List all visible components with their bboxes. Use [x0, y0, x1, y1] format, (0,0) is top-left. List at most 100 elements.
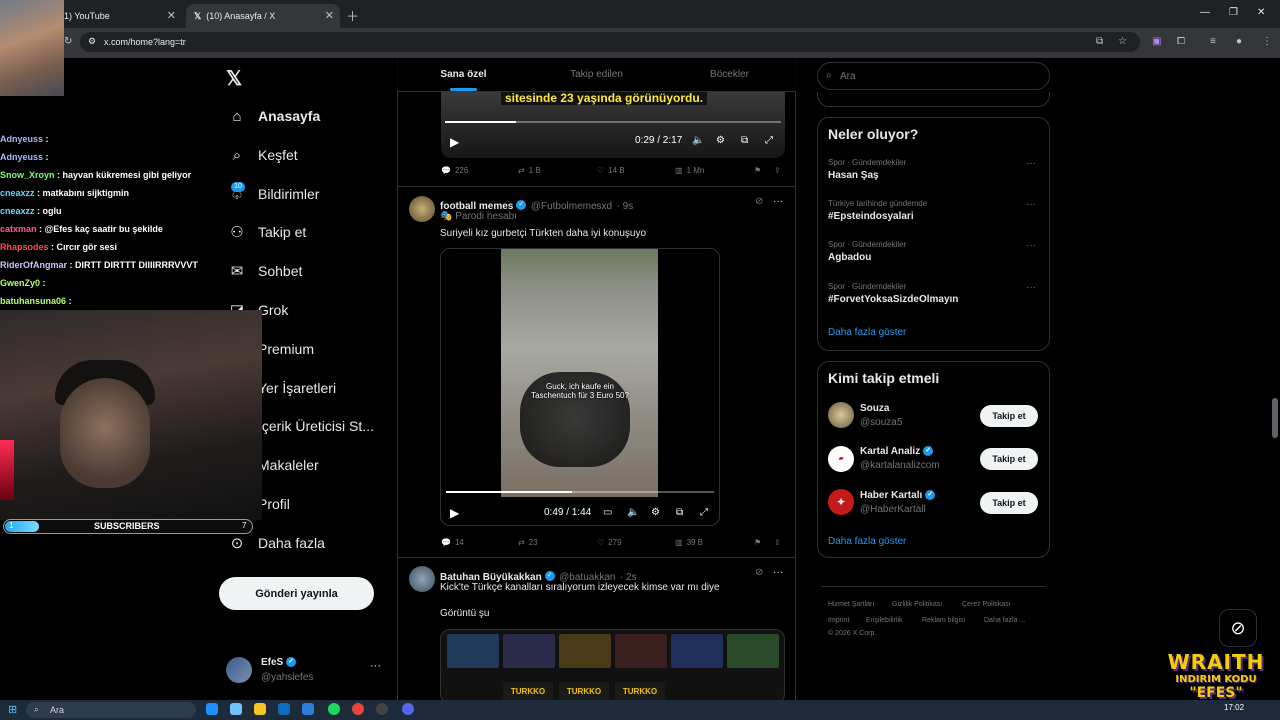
more-options-icon[interactable]: ···	[1026, 158, 1036, 169]
footer-link[interactable]: Daha fazla ...	[984, 617, 1025, 624]
more-options-icon[interactable]: ···	[1026, 282, 1036, 293]
extensions-icon[interactable]: ⧠	[1177, 36, 1185, 47]
profile-avatar-icon[interactable]: ●	[1236, 36, 1242, 47]
tab-bocekler[interactable]: Böcekler	[663, 58, 796, 91]
minimize-icon[interactable]: —	[1200, 7, 1210, 18]
video-progress-track[interactable]	[446, 491, 714, 493]
more-options-icon[interactable]: ···	[1026, 199, 1036, 210]
share-icon[interactable]: ⇪	[774, 538, 781, 547]
post-image[interactable]: TURKKO TURKKO TURKKO	[440, 629, 785, 704]
grok-post-icon[interactable]: ⊘	[755, 567, 763, 578]
share-icon[interactable]: ⇪	[774, 166, 781, 175]
chrome-icon[interactable]	[352, 703, 364, 715]
show-more-link[interactable]: Daha fazla göster	[828, 536, 906, 547]
follow-button[interactable]: Takip et	[980, 448, 1038, 470]
trend-item[interactable]: Spor · Gündemdekiler Agbadou	[828, 240, 906, 263]
bookmark-icon[interactable]: ⚑	[754, 166, 761, 175]
scrollbar-thumb[interactable]	[1272, 398, 1278, 438]
url-field[interactable]: ⚙ x.com/home?lang=tr	[80, 32, 1140, 52]
reply-action[interactable]: 💬 14	[441, 538, 464, 547]
avatar[interactable]	[828, 402, 854, 428]
video-progress-track[interactable]	[445, 121, 781, 123]
browser-menu-icon[interactable]: ⋮	[1262, 36, 1272, 47]
footer-link[interactable]: Imprint	[828, 617, 849, 624]
fullscreen-icon[interactable]: ⤢	[765, 135, 773, 146]
avatar[interactable]	[409, 196, 435, 222]
install-icon[interactable]: ⧉	[1096, 36, 1103, 47]
more-options-icon[interactable]: ···	[370, 660, 381, 672]
play-icon[interactable]: ▶	[450, 135, 459, 149]
file-explorer-icon[interactable]	[254, 703, 266, 715]
suggested-user[interactable]: Haber Kartalı ✓ @HaberKartall	[860, 490, 936, 515]
play-icon[interactable]: ▶	[450, 506, 459, 520]
more-options-icon[interactable]: ···	[1026, 240, 1036, 251]
search-input[interactable]: ⌕ Ara	[817, 62, 1050, 90]
extension-twitch-icon[interactable]: ▣	[1152, 36, 1161, 47]
close-icon[interactable]: ✕	[167, 9, 176, 22]
nav-home[interactable]: ⌂ Anasayfa	[226, 101, 320, 131]
start-icon[interactable]: ⊞	[8, 703, 17, 716]
footer-link[interactable]: Çerez Politikası	[962, 601, 1011, 608]
taskbar-search[interactable]: ⌕ Ara	[26, 702, 196, 718]
store-icon[interactable]	[302, 703, 314, 715]
reply-action[interactable]: 💬 226	[441, 166, 468, 175]
suggested-user[interactable]: Souza @souza5	[860, 403, 902, 428]
footer-link[interactable]: Reklam bilgisi	[922, 617, 965, 624]
like-action[interactable]: ♡ 14 B	[597, 166, 625, 175]
copilot-icon[interactable]	[230, 703, 242, 715]
obs-icon[interactable]	[376, 703, 388, 715]
new-tab-icon[interactable]: ＋	[346, 6, 359, 25]
views-action[interactable]: ▥ 1 Mn	[675, 166, 704, 175]
trend-item[interactable]: Spor · Gündemdekiler #ForvetYoksaSizdeOlm…	[828, 282, 958, 305]
pip-icon[interactable]: ⧉	[676, 507, 683, 518]
pip-icon[interactable]: ⧉	[741, 135, 748, 146]
avatar[interactable]	[226, 657, 252, 683]
footer-link[interactable]: Hizmet Şartları	[828, 601, 874, 608]
window-close-icon[interactable]: ✕	[1257, 7, 1265, 18]
grok-chat-icon[interactable]: ⊘	[1219, 609, 1257, 647]
outlook-icon[interactable]	[278, 703, 290, 715]
account-name[interactable]: EfeS ✓	[261, 657, 297, 668]
trend-item[interactable]: Türkiye tarihinde gündemde #Epsteindosyal…	[828, 199, 927, 222]
views-action[interactable]: ▥ 39 B	[675, 538, 703, 547]
post-button[interactable]: Gönderi yayınla	[219, 577, 374, 610]
settings-icon[interactable]: ⚙	[651, 507, 660, 518]
bookmark-icon[interactable]: ⚑	[754, 538, 761, 547]
avatar[interactable]	[409, 566, 435, 592]
settings-icon[interactable]: ⚙	[716, 135, 725, 146]
x-logo-icon[interactable]: 𝕏	[226, 66, 242, 91]
more-options-icon[interactable]: ···	[773, 196, 783, 207]
volume-icon[interactable]: 🔈	[692, 135, 704, 146]
suggested-user[interactable]: Kartal Analiz ✓ @kartalanalizcom	[860, 446, 940, 471]
follow-button[interactable]: Takip et	[980, 492, 1038, 514]
spotify-icon[interactable]	[328, 703, 340, 715]
repost-action[interactable]: ⇄ 1 B	[518, 166, 541, 175]
site-info-icon[interactable]: ⚙	[88, 36, 96, 47]
show-more-link[interactable]: Daha fazla göster	[828, 327, 906, 338]
tab-following[interactable]: Takip edilen	[530, 58, 663, 91]
volume-icon[interactable]: 🔈	[627, 507, 639, 518]
tab-youtube[interactable]: 1) YouTube ✕	[56, 4, 182, 28]
repost-action[interactable]: ⇄ 23	[518, 538, 538, 547]
like-action[interactable]: ♡ 279	[597, 538, 622, 547]
avatar[interactable]: ✦	[828, 489, 854, 515]
footer-link[interactable]: Erişilebilirlik	[866, 617, 903, 624]
scrollbar[interactable]	[1270, 58, 1280, 700]
footer-link[interactable]: Gizlilik Politikası	[892, 601, 942, 608]
trend-item[interactable]: Spor · Gündemdekiler Hasan Şaş	[828, 158, 906, 181]
fullscreen-icon[interactable]: ⤢	[700, 507, 708, 518]
tab-x-home[interactable]: 𝕏 (10) Anasayfa / X ✕	[186, 4, 340, 28]
avatar[interactable]: ▰	[828, 446, 854, 472]
captions-icon[interactable]: ▭	[603, 507, 612, 518]
tab-for-you[interactable]: Sana özel	[397, 58, 530, 91]
close-icon[interactable]: ✕	[325, 9, 334, 22]
author-handle[interactable]: @Futbolmemesxd	[531, 201, 612, 212]
discord-icon[interactable]	[402, 703, 414, 715]
grok-post-icon[interactable]: ⊘	[755, 196, 763, 207]
edge-icon[interactable]	[206, 703, 218, 715]
bookmark-star-icon[interactable]: ☆	[1118, 36, 1127, 47]
media-icon[interactable]: ≡	[1210, 36, 1216, 47]
restore-icon[interactable]: ❐	[1229, 7, 1238, 18]
more-options-icon[interactable]: ···	[773, 567, 783, 578]
reload-icon[interactable]: ↻	[64, 36, 72, 47]
